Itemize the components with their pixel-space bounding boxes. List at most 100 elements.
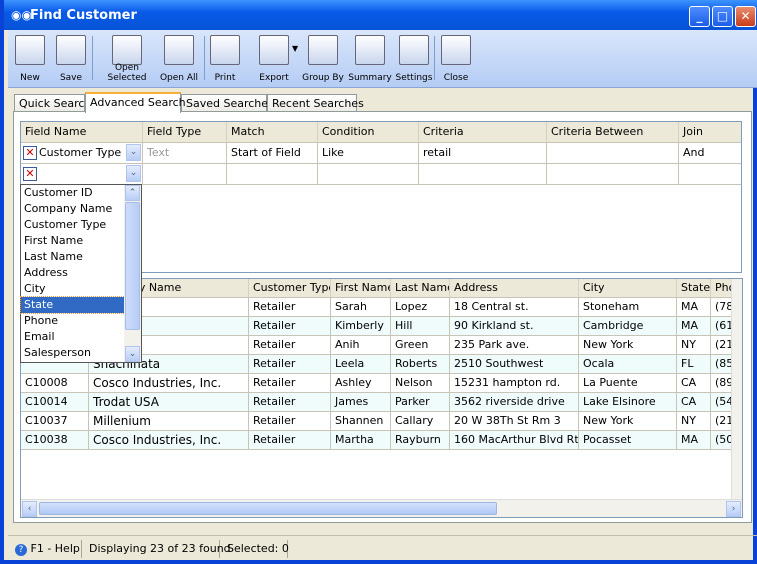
window-close-button[interactable]: ✕ [735, 6, 756, 27]
cell-phone[interactable]: (781) [711, 298, 732, 316]
cell-customer-id[interactable]: C10038 [21, 431, 89, 449]
group-by-button[interactable]: Group By [300, 32, 346, 86]
cell-last-name[interactable]: Green [391, 336, 450, 354]
cell-customer-id[interactable]: C10014 [21, 393, 89, 411]
column-header-criteria[interactable]: Criteria [419, 122, 547, 142]
column-header-customer-type[interactable]: Customer Type [249, 279, 331, 297]
cell-phone[interactable]: (895) [711, 374, 732, 392]
cell-company-name[interactable]: Cosco Industries, Inc. [89, 431, 249, 449]
scroll-right-button[interactable]: › [726, 501, 741, 517]
cell-last-name[interactable]: Roberts [391, 355, 450, 373]
column-header-condition[interactable]: Condition [318, 122, 419, 142]
vertical-scrollbar-edge[interactable] [731, 279, 742, 499]
cell-city[interactable]: Lake Elsinore [579, 393, 677, 411]
cell-customer-type[interactable]: Retailer [249, 393, 331, 411]
printer-button[interactable]: Print [206, 32, 244, 86]
cell-city[interactable]: Pocasset [579, 431, 677, 449]
maximize-button[interactable]: □ [712, 6, 733, 27]
dropdown-option[interactable]: Company Name [21, 201, 125, 217]
cell-phone[interactable]: (548) [711, 393, 732, 411]
cell-last-name[interactable]: Nelson [391, 374, 450, 392]
column-header-field-type[interactable]: Field Type [143, 122, 227, 142]
column-header-city[interactable]: City [579, 279, 677, 297]
tab-advanced-search[interactable]: Advanced Search [85, 92, 186, 113]
remove-criteria-icon[interactable]: ✕ [23, 167, 37, 181]
cell-address[interactable]: 235 Park ave. [450, 336, 579, 354]
cell-phone[interactable]: (508) [711, 431, 732, 449]
field-name-dropdown-button[interactable]: ⌄ [126, 144, 141, 161]
export-button[interactable]: Export [248, 32, 300, 86]
cell-match[interactable] [227, 164, 318, 184]
cell-company-name[interactable]: Trodat USA [89, 393, 249, 411]
close-button[interactable]: Close [436, 32, 476, 86]
dropdown-scroll-thumb[interactable] [125, 202, 140, 330]
dropdown-option[interactable]: First Name [21, 233, 125, 249]
column-header-state[interactable]: State [677, 279, 711, 297]
column-header-first-name[interactable]: First Name [331, 279, 391, 297]
open-selected-button[interactable]: Open Selected [96, 32, 158, 86]
cell-address[interactable]: 90 Kirkland st. [450, 317, 579, 335]
field-name-dropdown-button[interactable]: ⌄ [126, 165, 141, 182]
cell-customer-type[interactable]: Retailer [249, 298, 331, 316]
column-header-join[interactable]: Join [679, 122, 741, 142]
cell-state[interactable]: MA [677, 298, 711, 316]
cell-first-name[interactable]: Ashley [331, 374, 391, 392]
cell-first-name[interactable]: James [331, 393, 391, 411]
cell-field-type[interactable] [143, 164, 227, 184]
cell-first-name[interactable]: Anih [331, 336, 391, 354]
dropdown-option[interactable]: City [21, 281, 125, 297]
cell-customer-type[interactable]: Retailer [249, 355, 331, 373]
cell-state[interactable]: CA [677, 393, 711, 411]
cell-customer-id[interactable]: C10008 [21, 374, 89, 392]
cell-phone[interactable]: (212) [711, 336, 732, 354]
cell-first-name[interactable]: Shannen [331, 412, 391, 430]
cell-state[interactable]: FL [677, 355, 711, 373]
cell-customer-type[interactable]: Retailer [249, 317, 331, 335]
remove-criteria-icon[interactable]: ✕ [23, 146, 37, 160]
cell-first-name[interactable]: Kimberly [331, 317, 391, 335]
column-header-field-name[interactable]: Field Name [21, 122, 143, 142]
cell-state[interactable]: MA [677, 317, 711, 335]
export-dropdown-arrow-icon[interactable]: ▼ [292, 44, 298, 53]
cell-address[interactable]: 2510 Southwest [450, 355, 579, 373]
tab-quick-search[interactable]: Quick Search [14, 94, 91, 112]
cell-customer-type[interactable]: Retailer [249, 431, 331, 449]
cell-city[interactable]: Ocala [579, 355, 677, 373]
column-header-last-name[interactable]: Last Name [391, 279, 450, 297]
cell-criteria-between[interactable] [547, 143, 679, 163]
column-header-phone[interactable]: Phone [711, 279, 732, 297]
cell-field-name[interactable]: ✕ Customer Type ⌄ [21, 143, 143, 163]
cell-phone[interactable]: (854) [711, 355, 732, 373]
cell-company-name[interactable]: Cosco Industries, Inc. [89, 374, 249, 392]
cell-state[interactable]: CA [677, 374, 711, 392]
dropdown-option[interactable]: Customer ID [21, 185, 125, 201]
scroll-up-button[interactable]: ⌃ [125, 185, 140, 201]
horizontal-scroll-thumb[interactable] [39, 502, 497, 515]
cell-criteria[interactable]: retail [419, 143, 547, 163]
cell-phone[interactable]: (212) [711, 412, 732, 430]
cell-last-name[interactable]: Hill [391, 317, 450, 335]
cell-match[interactable]: Start of Field [227, 143, 318, 163]
new-customer-button[interactable]: New [12, 32, 48, 86]
scroll-down-button[interactable]: ⌄ [125, 346, 140, 362]
horizontal-scrollbar[interactable]: ‹ › [21, 499, 742, 517]
tab-recent-searches[interactable]: Recent Searches [267, 94, 364, 112]
tab-saved-searches[interactable]: Saved Searches [181, 94, 274, 112]
column-header-address[interactable]: Address [450, 279, 579, 297]
cell-last-name[interactable]: Rayburn [391, 431, 450, 449]
cell-city[interactable]: New York [579, 336, 677, 354]
cell-state[interactable]: NY [677, 336, 711, 354]
cell-join[interactable] [679, 164, 741, 184]
dropdown-option[interactable]: Address [21, 265, 125, 281]
cell-first-name[interactable]: Sarah [331, 298, 391, 316]
cell-address[interactable]: 20 W 38Th St Rm 3 [450, 412, 579, 430]
dropdown-option[interactable]: Phone [21, 313, 125, 329]
cell-last-name[interactable]: Callary [391, 412, 450, 430]
cell-city[interactable]: Stoneham [579, 298, 677, 316]
cell-condition[interactable] [318, 164, 419, 184]
cell-address[interactable]: 15231 hampton rd. [450, 374, 579, 392]
cell-customer-type[interactable]: Retailer [249, 336, 331, 354]
cell-first-name[interactable]: Martha [331, 431, 391, 449]
cell-criteria-between[interactable] [547, 164, 679, 184]
column-header-match[interactable]: Match [227, 122, 318, 142]
